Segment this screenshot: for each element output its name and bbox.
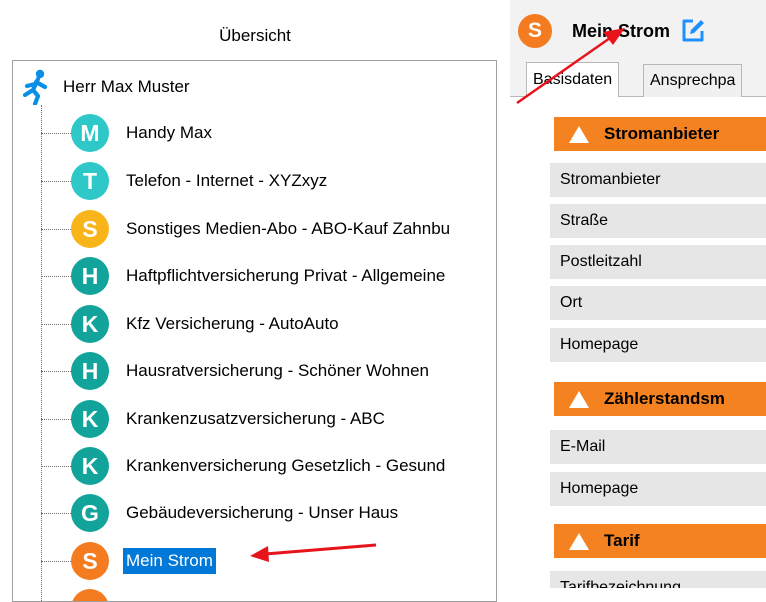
triangle-icon <box>569 391 589 408</box>
section-header-zaehlerstand[interactable]: Zählerstandsm <box>554 382 766 416</box>
tree-item-label: Krankenversicherung Gesetzlich - Gesund <box>126 456 446 475</box>
tree-item-label: Mein Strom <box>123 548 216 574</box>
tree-item[interactable]: H Haftpflichtversicherung Privat - Allge… <box>41 256 448 296</box>
field-row: Homepage <box>550 328 766 362</box>
category-badge: H <box>71 352 109 390</box>
tree-item-label: Krankenzusatzversicherung - ABC <box>126 409 385 428</box>
triangle-icon <box>569 126 589 143</box>
overview-title: Übersicht <box>219 26 291 45</box>
tree-item-label: Haftpflichtversicherung Privat - Allgeme… <box>126 266 446 285</box>
field-label: Postleitzahl <box>560 253 642 270</box>
field-row: Stromanbieter <box>550 163 766 197</box>
tree-item-label: Kfz Versicherung - AutoAuto <box>126 314 339 333</box>
category-badge: K <box>71 400 109 438</box>
category-badge: S <box>71 542 109 580</box>
section-header-tarif[interactable]: Tarif <box>554 524 766 558</box>
tree-item[interactable]: K Kfz Versicherung - AutoAuto <box>41 304 342 344</box>
tree-item-label: Sonstiges Medien-Abo - ABO-Kauf Zahnbu <box>126 219 451 238</box>
tree-item-label: Handy Max <box>126 123 212 142</box>
category-badge: S <box>71 210 109 248</box>
triangle-icon <box>569 533 589 550</box>
tree-item-label: Hausratversicherung - Schöner Wohnen <box>126 361 430 380</box>
person-icon <box>22 69 48 105</box>
tree-item[interactable] <box>41 588 109 601</box>
tree-item[interactable]: G Gebäudeversicherung - Unser Haus <box>41 493 401 533</box>
detail-pane: S Mein Strom Basisdaten Ansprechpa Strom… <box>510 0 766 588</box>
field-row: Homepage <box>550 472 766 506</box>
field-row: Postleitzahl <box>550 245 766 279</box>
category-badge: T <box>71 162 109 200</box>
category-badge: G <box>71 494 109 532</box>
tree-item[interactable]: T Telefon - Internet - XYZxyz <box>41 161 330 201</box>
category-badge: S <box>518 14 552 48</box>
tree-item-selected[interactable]: S Mein Strom <box>41 541 216 581</box>
field-label: E-Mail <box>560 438 606 455</box>
detail-title: Mein Strom <box>572 20 671 41</box>
tree-item[interactable]: S Sonstiges Medien-Abo - ABO-Kauf Zahnbu <box>41 209 453 249</box>
field-label: Stromanbieter <box>560 171 661 188</box>
tree-item[interactable]: M Handy Max <box>41 113 215 153</box>
tab-ansprechpartner[interactable]: Ansprechpa <box>643 64 743 98</box>
field-label: Tarifbezeichnung <box>560 579 681 588</box>
detail-tabs: Basisdaten Ansprechpa <box>510 62 766 98</box>
detail-header: S Mein Strom <box>518 10 706 52</box>
root-label: Herr Max Muster <box>63 77 190 96</box>
contract-tree[interactable]: Herr Max Muster M Handy Max T Telefon - … <box>12 60 497 602</box>
tree-item[interactable]: K Krankenversicherung Gesetzlich - Gesun… <box>41 446 448 486</box>
field-label: Homepage <box>560 480 639 497</box>
field-row: E-Mail <box>550 430 766 464</box>
category-badge <box>71 589 109 601</box>
detail-content: Stromanbieter Stromanbieter Straße Postl… <box>510 97 766 588</box>
tree-item-label: Telefon - Internet - XYZxyz <box>126 171 328 190</box>
field-label: Straße <box>560 212 609 229</box>
category-badge: M <box>71 114 109 152</box>
tree-item[interactable]: H Hausratversicherung - Schöner Wohnen <box>41 351 432 391</box>
tree-item[interactable]: K Krankenzusatzversicherung - ABC <box>41 399 388 439</box>
field-label: Ort <box>560 294 583 311</box>
category-badge: K <box>71 305 109 343</box>
field-row: Straße <box>550 204 766 238</box>
edit-icon[interactable] <box>680 18 706 44</box>
field-row: Ort <box>550 286 766 320</box>
tree-item-label: Gebäudeversicherung - Unser Haus <box>126 503 399 522</box>
section-title: Tarif <box>604 531 640 550</box>
tree-root-person[interactable]: Herr Max Muster <box>21 67 190 107</box>
overview-pane: Übersicht Herr Max Muster M Handy Max T … <box>0 0 510 602</box>
section-title: Stromanbieter <box>604 124 720 143</box>
section-title: Zählerstandsm <box>604 389 725 408</box>
section-header-stromanbieter[interactable]: Stromanbieter <box>554 117 766 151</box>
category-badge: K <box>71 447 109 485</box>
field-label: Homepage <box>560 336 639 353</box>
field-row: Tarifbezeichnung <box>550 571 766 588</box>
tab-basisdaten[interactable]: Basisdaten <box>526 62 620 98</box>
category-badge: H <box>71 257 109 295</box>
